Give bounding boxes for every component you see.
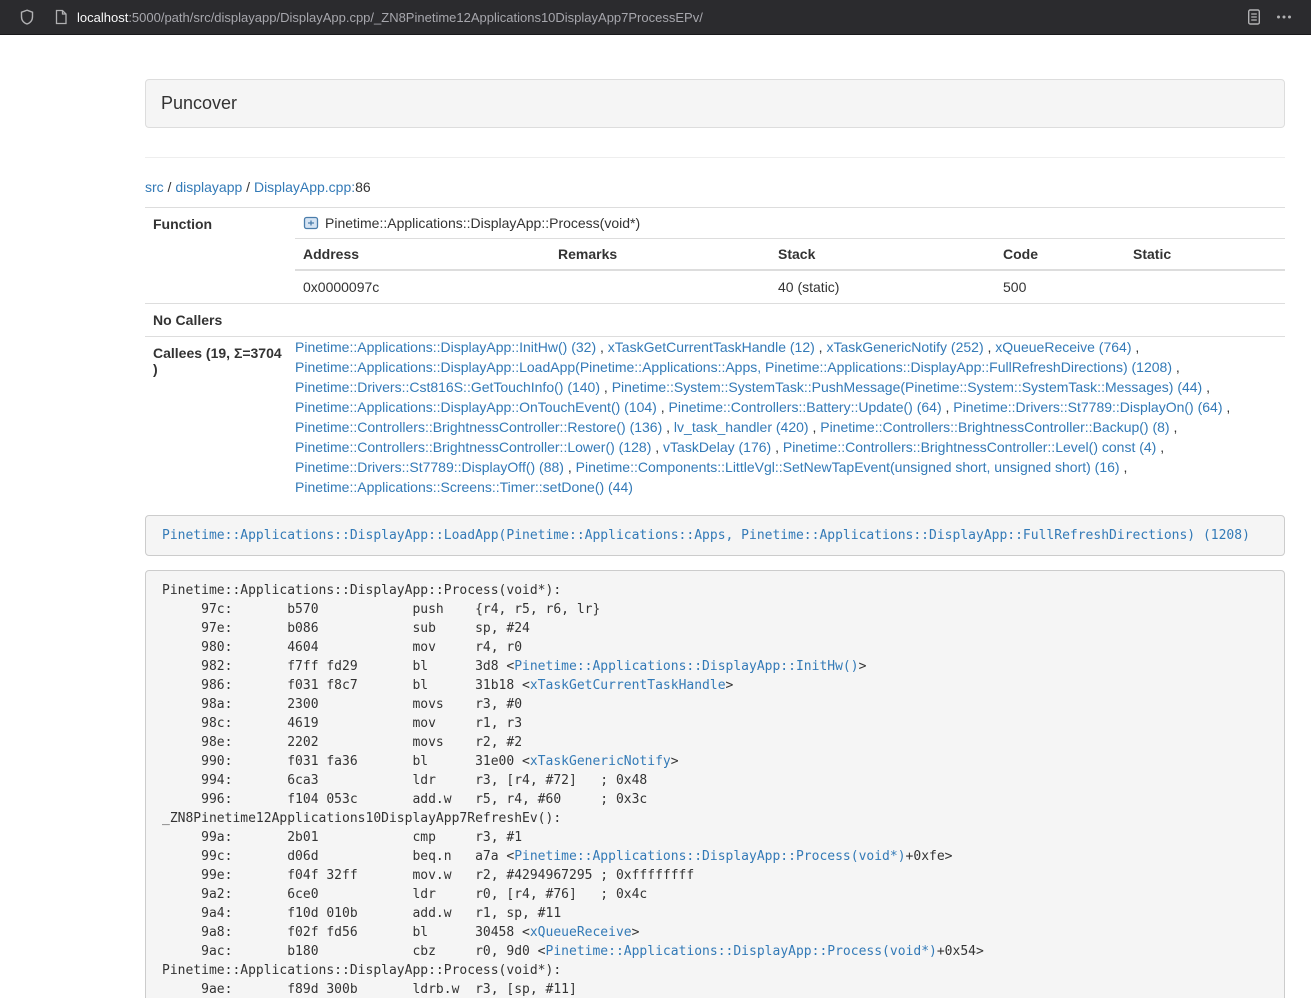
- callees-row: Callees (19, Σ=3704 ) Pinetime::Applicat…: [145, 337, 1285, 498]
- detail-header-row: AddressRemarksStackCodeStatic: [295, 239, 1285, 271]
- detail-column-header: Address: [295, 239, 550, 271]
- callee-separator: ,: [984, 339, 996, 355]
- function-name: Pinetime::Applications::DisplayApp::Proc…: [325, 215, 640, 231]
- callee-separator: ,: [600, 379, 612, 395]
- detail-value-row: 0x0000097c 40 (static)500: [295, 270, 1285, 303]
- reader-view-icon[interactable]: [1239, 4, 1269, 30]
- callee-link[interactable]: xQueueReceive (764): [995, 339, 1131, 355]
- browser-toolbar: localhost:5000/path/src/displayapp/Displ…: [0, 0, 1311, 35]
- function-detail-table: AddressRemarksStackCodeStatic 0x0000097c…: [295, 238, 1285, 303]
- callee-link[interactable]: vTaskDelay (176): [663, 439, 771, 455]
- callee-link[interactable]: xTaskGenericNotify (252): [826, 339, 983, 355]
- function-name-line: Pinetime::Applications::DisplayApp::Proc…: [295, 208, 1285, 238]
- detail-column-header: Static: [1125, 239, 1285, 271]
- detail-column-header: Stack: [770, 239, 995, 271]
- breadcrumb-link[interactable]: displayapp: [175, 179, 242, 195]
- no-callers-label: No Callers: [145, 304, 295, 337]
- no-callers-row: No Callers: [145, 304, 1285, 337]
- callee-separator: ,: [1172, 359, 1180, 375]
- url-path: :5000/path/src/displayapp/DisplayApp.cpp…: [128, 10, 703, 25]
- detail-cell: [550, 270, 770, 303]
- breadcrumb-separator: /: [164, 179, 176, 195]
- callee-separator: ,: [1131, 339, 1139, 355]
- callee-separator: ,: [1202, 379, 1210, 395]
- function-table: Function Pinetime::Applications::Display…: [145, 207, 1285, 497]
- url-host: localhost: [77, 10, 128, 25]
- callee-separator: ,: [596, 339, 608, 355]
- callee-link[interactable]: Pinetime::Applications::DisplayApp::OnTo…: [295, 399, 657, 415]
- callee-link[interactable]: Pinetime::Drivers::Cst816S::GetTouchInfo…: [295, 379, 600, 395]
- detail-cell: 500: [995, 270, 1125, 303]
- symbol-link[interactable]: xQueueReceive: [530, 925, 632, 940]
- callee-separator: ,: [942, 399, 954, 415]
- callee-link[interactable]: Pinetime::System::SystemTask::PushMessag…: [612, 379, 1203, 395]
- callee-link[interactable]: Pinetime::Components::LittleVgl::SetNewT…: [576, 459, 1120, 475]
- symbol-link[interactable]: Pinetime::Applications::DisplayApp::Proc…: [514, 849, 905, 864]
- callees-list: Pinetime::Applications::DisplayApp::Init…: [295, 337, 1285, 498]
- detail-cell: 0x0000097c: [295, 270, 550, 303]
- overflow-menu-icon[interactable]: [1269, 4, 1299, 30]
- callee-separator: ,: [1156, 439, 1164, 455]
- callee-link[interactable]: lv_task_handler (420): [674, 419, 809, 435]
- shield-icon[interactable]: [12, 4, 42, 30]
- brand-title: Puncover: [161, 93, 237, 113]
- url-text: localhost:5000/path/src/displayapp/Displ…: [77, 10, 703, 25]
- callee-link[interactable]: Pinetime::Applications::Screens::Timer::…: [295, 479, 633, 495]
- callee-separator: ,: [1170, 419, 1178, 435]
- page-container: Puncover src / displayapp / DisplayApp.c…: [145, 35, 1285, 998]
- callee-link[interactable]: Pinetime::Controllers::BrightnessControl…: [820, 419, 1169, 435]
- symbol-link[interactable]: Pinetime::Applications::DisplayApp::Proc…: [546, 944, 937, 959]
- callee-separator: ,: [809, 419, 821, 435]
- symbol-link[interactable]: xTaskGetCurrentTaskHandle: [530, 678, 726, 693]
- highlighted-symbol-block: Pinetime::Applications::DisplayApp::Load…: [145, 515, 1285, 556]
- breadcrumb: src / displayapp / DisplayApp.cpp:86: [145, 179, 1285, 195]
- callee-separator: ,: [771, 439, 783, 455]
- callee-separator: ,: [564, 459, 576, 475]
- breadcrumb-link[interactable]: DisplayApp.cpp:: [254, 179, 355, 195]
- brand-panel: Puncover: [145, 79, 1285, 128]
- breadcrumb-separator: /: [242, 179, 254, 195]
- breadcrumb-text: 86: [355, 179, 371, 195]
- callee-link[interactable]: xTaskGetCurrentTaskHandle (12): [608, 339, 815, 355]
- function-icon: [303, 215, 319, 231]
- callee-link[interactable]: Pinetime::Controllers::Battery::Update()…: [669, 399, 942, 415]
- function-row: Function Pinetime::Applications::Display…: [145, 208, 1285, 304]
- callee-link[interactable]: Pinetime::Drivers::St7789::DisplayOff() …: [295, 459, 564, 475]
- callee-link[interactable]: Pinetime::Drivers::St7789::DisplayOn() (…: [953, 399, 1222, 415]
- symbol-link[interactable]: xTaskGenericNotify: [530, 754, 671, 769]
- callee-separator: ,: [815, 339, 827, 355]
- detail-column-header: Remarks: [550, 239, 770, 271]
- url-bar[interactable]: localhost:5000/path/src/displayapp/Displ…: [46, 4, 1235, 30]
- detail-column-header: Code: [995, 239, 1125, 271]
- callee-separator: ,: [657, 399, 669, 415]
- function-row-label: Function: [145, 208, 295, 304]
- callee-separator: ,: [1223, 399, 1231, 415]
- callees-label: Callees (19, Σ=3704 ): [145, 337, 295, 498]
- callee-separator: ,: [1120, 459, 1128, 475]
- callee-link[interactable]: Pinetime::Controllers::BrightnessControl…: [295, 419, 662, 435]
- callee-separator: ,: [662, 419, 674, 435]
- detail-cell: 40 (static): [770, 270, 995, 303]
- detail-cell: [1125, 270, 1285, 303]
- symbol-link[interactable]: Pinetime::Applications::DisplayApp::Init…: [514, 659, 858, 674]
- callee-link[interactable]: Pinetime::Controllers::BrightnessControl…: [783, 439, 1156, 455]
- disassembly-block: Pinetime::Applications::DisplayApp::Proc…: [145, 570, 1285, 998]
- breadcrumb-link[interactable]: src: [145, 179, 164, 195]
- callee-separator: ,: [651, 439, 663, 455]
- callee-link[interactable]: Pinetime::Controllers::BrightnessControl…: [295, 439, 651, 455]
- divider: [145, 157, 1285, 158]
- callee-link[interactable]: Pinetime::Applications::DisplayApp::Load…: [295, 359, 1172, 375]
- page-icon: [54, 9, 68, 25]
- callee-link[interactable]: Pinetime::Applications::DisplayApp::Init…: [295, 339, 596, 355]
- highlighted-symbol-link[interactable]: Pinetime::Applications::DisplayApp::Load…: [162, 528, 1250, 543]
